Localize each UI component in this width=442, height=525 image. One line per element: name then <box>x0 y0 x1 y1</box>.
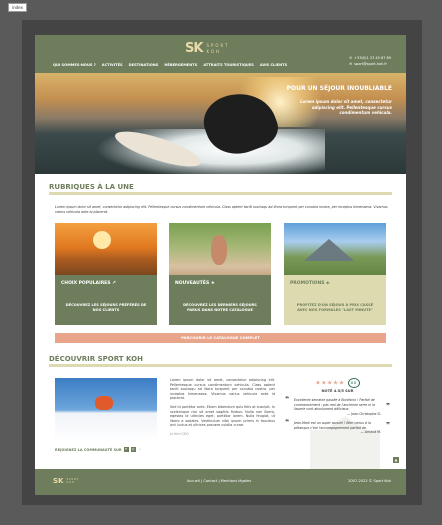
hero-banner: POUR UN SÉJOUR INOUBLIABLE Lorem ipsum d… <box>35 73 406 174</box>
footer-logo-mark: SK <box>53 477 64 485</box>
rating-stars: ★★★★★ oo <box>285 378 390 388</box>
footer-links[interactable]: Accueil | Contact | Mentions légales <box>187 479 251 483</box>
tripadvisor-icon[interactable]: oo <box>347 378 360 388</box>
footer-copyright: 2007-2022 © Sport Koh <box>348 479 391 483</box>
about-paragraph-1: Lorem ipsum dolor sit amet, consectetur … <box>170 378 275 401</box>
card-new[interactable]: NOUVEAUTÉS ★ DÉCOUVREZ LES DERNIERS SÉJO… <box>169 223 271 325</box>
quote-close-icon: ❞ <box>385 402 390 410</box>
sun-icon <box>93 231 111 249</box>
nav-item-about[interactable]: QUI SOMMES-NOUS ? <box>53 63 96 67</box>
footer: SK SPORT KOH Accueil | Contact | Mentions… <box>35 469 406 495</box>
email-link[interactable]: ✉ sport@sport-koh.fr <box>349 61 391 67</box>
hero-subtitle: Lorem ipsum dolor sit amet, consectetur … <box>300 99 392 115</box>
nav-item-destinations[interactable]: DESTINATIONS <box>129 63 159 67</box>
skier-figure <box>95 396 113 410</box>
footer-logo[interactable]: SK SPORT KOH <box>53 477 79 485</box>
review-2: ❝ Jean-Mark est un super accueil ! Bien … <box>285 418 390 434</box>
nav-item-activities[interactable]: ACTIVITÉS <box>102 63 123 67</box>
quote-close-icon: ❞ <box>385 421 390 429</box>
phone-icon: ✆ <box>349 56 353 60</box>
rating-text: NOTÉ 4.5/5 SUR <box>321 389 354 393</box>
webpage: SK SPORT KOH QUI SOMMES-NOUS ? ACTIVITÉS … <box>35 35 406 495</box>
site-logo[interactable]: SK SPORT KOH <box>185 41 229 56</box>
logo-text: SPORT KOH <box>206 42 230 54</box>
section-title-rubriques: RUBRIQUES À LA UNE <box>49 183 134 191</box>
rubriques-intro: Lorem ipsum dolor sit amet, consectetur … <box>55 205 388 214</box>
section-underline <box>49 192 392 195</box>
quote-open-icon: ❝ <box>285 395 290 403</box>
card-popular-label: CHOIX POPULAIRES ↗ <box>55 275 157 291</box>
person-figure <box>211 235 227 265</box>
nav-item-lodging[interactable]: HÉBERGEMENTS <box>164 63 197 67</box>
hero-title: POUR UN SÉJOUR INOUBLIABLE <box>286 85 392 92</box>
community-label: REJOIGNEZ LA COMMUNAUTÉ SUR <box>55 447 122 452</box>
section-title-about: DÉCOUVRIR SPORT KOH <box>49 355 143 363</box>
contact-info: ✆ +33(0)1 23 45 67 89 ✉ sport@sport-koh.fr <box>349 55 391 67</box>
main-nav: QUI SOMMES-NOUS ? ACTIVITÉS DESTINATIONS… <box>53 63 287 67</box>
review-1-author: — Jean-Christophe D. <box>346 411 381 416</box>
mail-icon: ✉ <box>349 62 353 66</box>
header-bar: SK SPORT KOH QUI SOMMES-NOUS ? ACTIVITÉS … <box>35 35 406 73</box>
about-paragraph-2: Sed id porttitor ante. Etiam bibendum qu… <box>170 404 275 428</box>
card-promotions-text: PROFITEZ D'UN SÉJOUR À PRIX CASSÉ AVEC N… <box>284 291 386 325</box>
quote-open-icon: ❝ <box>285 418 290 426</box>
nav-item-reviews[interactable]: AVIS CLIENTS <box>260 63 287 67</box>
decorative-building <box>310 416 380 470</box>
card-promotions[interactable]: PROMOTIONS ◈ PROFITEZ D'UN SÉJOUR À PRIX… <box>284 223 386 325</box>
about-skier-image <box>55 378 157 442</box>
card-popular-text: DÉCOUVREZ LES SÉJOURS PRÉFÉRÉS DE NOS CL… <box>55 291 157 325</box>
reviews-panel: ★★★★★ oo NOTÉ 4.5/5 SUR ❝ Excellente sema… <box>285 378 390 435</box>
card-new-label: NOUVEAUTÉS ★ <box>169 275 271 291</box>
facebook-icon[interactable]: f <box>123 447 129 452</box>
tab-label: index <box>8 3 27 12</box>
review-2-author: — Arnaud M. <box>360 430 381 434</box>
logo-mark: SK <box>185 41 203 56</box>
signature: Jo Koh CEO <box>170 431 189 436</box>
footer-logo-text: SPORT KOH <box>66 477 80 485</box>
about-text: Lorem ipsum dolor sit amet, consectetur … <box>170 378 275 437</box>
catalog-button[interactable]: PARCOURIR LE CATALOGUE COMPLET <box>55 333 386 343</box>
nav-item-attractions[interactable]: ATTRAITS TOURISTIQUES <box>203 63 254 67</box>
section-underline <box>49 364 392 367</box>
chevron-right-icon[interactable]: › <box>138 447 143 452</box>
community-links: REJOIGNEZ LA COMMUNAUTÉ SUR f ◎ › <box>55 447 143 452</box>
instagram-icon[interactable]: ◎ <box>130 447 136 452</box>
card-new-text: DÉCOUVREZ LES DERNIERS SÉJOURS PARUS DAN… <box>169 291 271 325</box>
card-promotions-label: PROMOTIONS ◈ <box>284 275 386 291</box>
review-1: ❝ Excellente semaine passée à Bonifacio … <box>285 395 390 416</box>
card-popular[interactable]: CHOIX POPULAIRES ↗ DÉCOUVREZ LES SÉJOURS… <box>55 223 157 325</box>
back-to-top-button[interactable]: ▲ <box>393 457 399 463</box>
mountain-shape <box>304 239 354 261</box>
